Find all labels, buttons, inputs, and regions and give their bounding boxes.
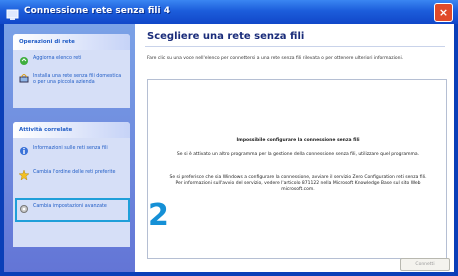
task-sidebar: Operazioni di rete Aggiorna elenco reti …: [4, 24, 135, 272]
network-list[interactable]: Impossibile configurare la connessione s…: [147, 79, 447, 259]
heading-divider: [145, 46, 445, 47]
error-message-1: Se si è attivato un altro programma per …: [176, 152, 420, 157]
network-tasks-panel: Operazioni di rete Aggiorna elenco reti …: [13, 34, 130, 108]
network-tasks-title: Operazioni di rete: [13, 34, 130, 50]
wireless-info-link[interactable]: Informazioni sulle reti senza fili: [19, 146, 124, 160]
window-client-area: Operazioni di rete Aggiorna elenco reti …: [4, 24, 454, 272]
window-title: Connessione rete senza fili 4: [24, 6, 170, 16]
refresh-network-list-link[interactable]: Aggiorna elenco reti: [19, 56, 124, 66]
refresh-icon: [19, 56, 29, 66]
step-number: 2: [148, 198, 169, 233]
advanced-settings-highlight: [15, 198, 130, 222]
setup-network-icon: [19, 73, 29, 84]
connect-button[interactable]: Connetti: [400, 258, 450, 271]
page-heading: Scegliere una rete senza fili: [147, 31, 305, 42]
preferred-networks-order-label: Cambia l'ordine delle reti preferite: [33, 170, 116, 175]
related-tasks-title: Attività correlate: [13, 122, 130, 138]
setup-home-network-label: Installa una rete senza fili domestica o…: [33, 74, 122, 85]
wireless-connection-window: Connessione rete senza fili 4 × Operazio…: [0, 0, 458, 276]
error-title: Impossibile configurare la connessione s…: [236, 138, 360, 143]
main-content: Scegliere una rete senza fili Fare clic …: [135, 24, 454, 272]
title-bar[interactable]: Connessione rete senza fili 4 ×: [0, 0, 458, 24]
error-message-2: Se si preferisce che sia Windows a confi…: [169, 175, 427, 192]
refresh-network-list-label: Aggiorna elenco reti: [33, 56, 82, 61]
preferred-networks-order-link[interactable]: Cambia l'ordine delle reti preferite: [18, 169, 124, 184]
close-button[interactable]: ×: [434, 3, 453, 22]
network-icon: [6, 6, 19, 20]
intro-text: Fare clic su una voce nell'elenco per co…: [147, 56, 404, 61]
wireless-info-label: Informazioni sulle reti senza fili: [33, 146, 108, 151]
star-icon: [18, 169, 30, 181]
info-icon: [19, 146, 29, 156]
related-tasks-panel: Attività correlate Informazioni sulle re…: [13, 122, 130, 247]
setup-home-network-link[interactable]: Installa una rete senza fili domestica o…: [19, 73, 124, 100]
